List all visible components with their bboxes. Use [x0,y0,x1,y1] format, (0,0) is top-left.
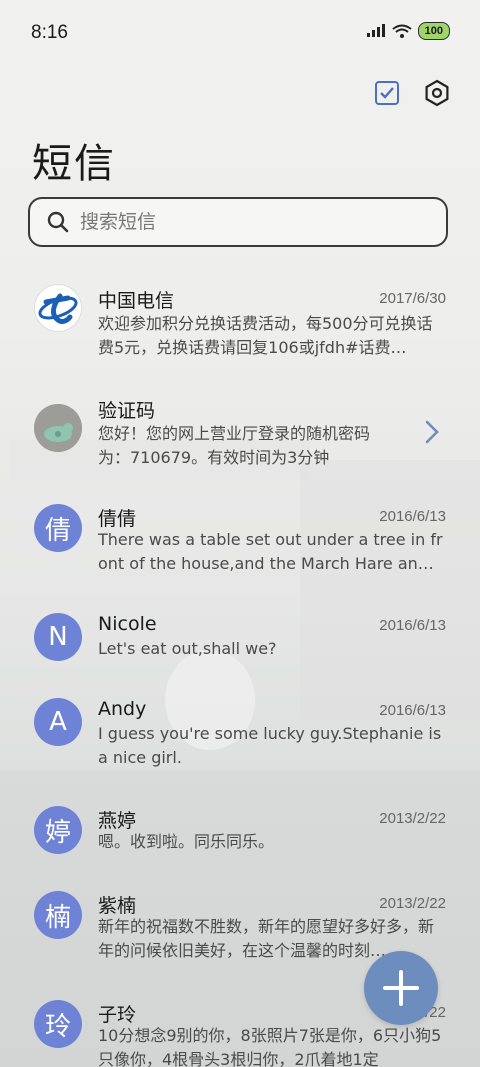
avatar: 玲 [34,1000,82,1048]
checkbox-icon [375,81,399,105]
conversation-item[interactable]: N Nicole 2016/6/13 Let's eat out,shall w… [0,613,480,688]
avatar [34,404,82,452]
multi-select-button[interactable] [372,78,402,108]
plus-icon [383,970,419,1006]
status-bar: 8:16 100 [0,0,480,68]
search-icon [47,211,69,233]
avatar: 楠 [34,891,82,939]
search-bar[interactable] [28,197,448,247]
conversation-name: 子玲 [98,1004,137,1026]
battery-indicator: 100 [417,22,450,40]
conversation-item[interactable]: 婷 燕婷 2013/2/22 嗯。收到啦。同乐同乐。 [0,806,480,886]
conversation-name: 验证码 [98,400,156,422]
avatar: 婷 [34,806,82,854]
telecom-logo-icon [38,293,78,324]
settings-button[interactable] [422,78,452,108]
photo-avatar-icon [34,404,82,452]
conversation-date: 2013/2/22 [379,810,446,827]
conversation-item[interactable]: A Andy 2016/6/13 I guess you're some luc… [0,698,480,793]
signal-icon [366,24,385,37]
settings-icon [425,79,449,107]
new-message-button[interactable] [364,951,438,1025]
search-input[interactable] [78,210,422,234]
page-title: 短信 [32,141,116,187]
conversation-preview: 您好！您的网上营业厅登录的随机密码为：710679。有效时间为3分钟 [98,424,371,467]
conversation-item[interactable]: 验证码 您好！您的网上营业厅登录的随机密码为：710679。有效时间为3分钟 [0,394,480,494]
avatar: A [34,698,82,746]
wifi-icon [392,24,412,38]
conversation-name: Andy [98,698,147,720]
chevron-right-icon [425,420,439,444]
conversation-preview: 10分想念9别的你，8张照片7张是你，6只小狗5只像你，4根骨头3根归你，2爪着… [98,1026,442,1067]
conversation-item[interactable]: 中国电信 2017/6/30 欢迎参加积分兑换话费活动，每500分可兑换话费5元… [0,284,480,384]
status-time: 8:16 [31,22,68,43]
avatar: N [34,613,82,661]
conversation-preview: There was a table set out under a tree i… [98,530,443,573]
conversation-preview: I guess you're some lucky guy.Stephanie … [98,724,442,767]
conversation-date: 2016/6/13 [379,617,446,634]
conversation-name: 中国电信 [98,290,175,312]
conversation-name: Nicole [98,613,157,635]
avatar [34,284,82,332]
conversation-name: 燕婷 [98,810,137,832]
conversation-preview: 欢迎参加积分兑换话费活动，每500分可兑换话费5元，兑换话费请回复106或jfd… [98,314,433,357]
avatar: 倩 [34,504,82,552]
conversation-date: 2016/6/13 [379,702,446,719]
conversation-name: 紫楠 [98,895,137,917]
conversation-date: 2016/6/13 [379,508,446,525]
conversation-name: 倩倩 [98,508,137,530]
conversation-preview: 嗯。收到啦。同乐同乐。 [98,832,275,851]
conversation-date: 2013/2/22 [379,895,446,912]
header-actions [372,78,452,108]
conversation-date: 2017/6/30 [379,290,446,307]
conversation-item[interactable]: 倩 倩倩 2016/6/13 There was a table set out… [0,504,480,604]
status-icons: 100 [366,22,450,40]
conversation-preview: Let's eat out,shall we? [98,639,277,658]
